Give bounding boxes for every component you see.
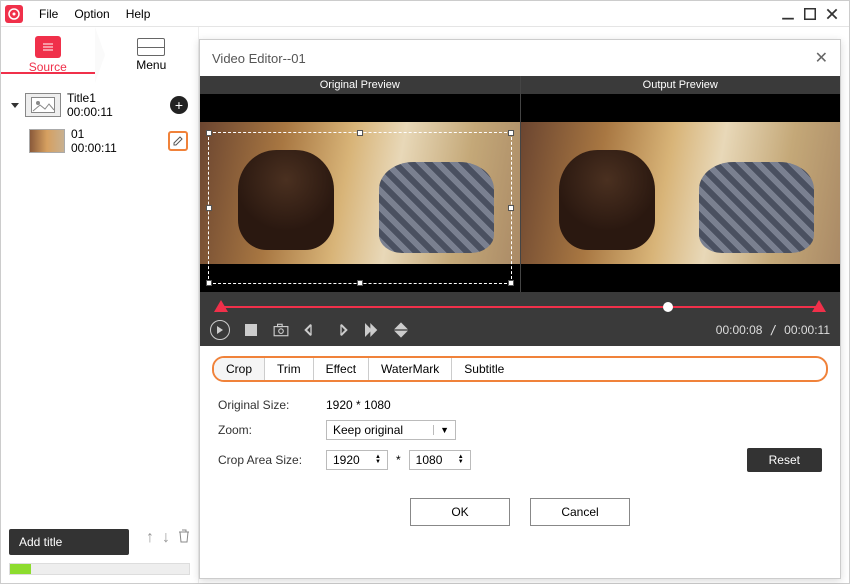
tab-watermark[interactable]: WaterMark	[369, 358, 452, 380]
crop-height-spinner[interactable]: 1080 ▲▼	[409, 450, 471, 470]
output-preview-label: Output Preview	[521, 76, 841, 94]
tab-subtitle[interactable]: Subtitle	[452, 358, 516, 380]
title-name: Title1	[67, 91, 113, 105]
dialog-close-icon[interactable]: ✕	[815, 48, 828, 68]
crop-handle[interactable]	[357, 280, 363, 286]
crop-handle[interactable]	[206, 280, 212, 286]
trim-end-handle[interactable]	[812, 300, 826, 312]
zoom-label: Zoom:	[218, 423, 318, 437]
menu-icon	[137, 38, 165, 56]
tab-crop[interactable]: Crop	[214, 358, 265, 380]
crop-area-label: Crop Area Size:	[218, 453, 318, 467]
original-size-value: 1920 * 1080	[326, 398, 391, 412]
play-button[interactable]	[210, 320, 230, 340]
progress-bar	[9, 563, 190, 575]
clip-duration: 00:00:11	[71, 141, 117, 155]
dialog-header: Video Editor--01 ✕	[200, 40, 840, 76]
crop-size-separator: *	[396, 453, 401, 467]
output-preview: Output Preview	[521, 76, 841, 292]
crop-handle[interactable]	[508, 280, 514, 286]
clip-name: 01	[71, 127, 117, 141]
tab-effect[interactable]: Effect	[314, 358, 369, 380]
step-forward-button[interactable]	[362, 321, 380, 339]
title-text-group: Title1 00:00:11	[67, 91, 113, 119]
spinner-arrows[interactable]: ▲▼	[375, 455, 381, 465]
flip-button[interactable]	[392, 321, 410, 339]
timecode: 00:00:08 / 00:00:11	[716, 323, 830, 337]
tab-menu[interactable]: Menu	[105, 38, 199, 72]
zoom-value: Keep original	[333, 423, 403, 437]
tree-title-row[interactable]: Title1 00:00:11 +	[9, 87, 190, 123]
rotate-left-button[interactable]	[302, 321, 320, 339]
tab-source[interactable]: Source	[1, 36, 95, 74]
original-preview-label: Original Preview	[200, 76, 520, 94]
timeline-track[interactable]	[210, 300, 830, 314]
snapshot-button[interactable]	[272, 321, 290, 339]
maximize-icon[interactable]	[803, 7, 817, 21]
expand-icon[interactable]	[11, 103, 19, 108]
playhead[interactable]	[663, 302, 673, 312]
add-icon[interactable]: +	[170, 96, 188, 114]
dialog-title: Video Editor--01	[212, 51, 306, 66]
original-size-label: Original Size:	[218, 398, 318, 412]
zoom-dropdown[interactable]: Keep original ▼	[326, 420, 456, 440]
output-image	[521, 122, 841, 265]
preview-row: Original Preview	[200, 76, 840, 292]
tree-clip-row[interactable]: 01 00:00:11	[9, 123, 190, 159]
tab-divider	[95, 27, 105, 83]
source-icon	[35, 36, 61, 58]
rotate-right-button[interactable]	[332, 321, 350, 339]
editor-tabs: Crop Trim Effect WaterMark Subtitle	[212, 356, 828, 382]
move-up-icon[interactable]: ↑	[146, 529, 154, 548]
menu-help[interactable]: Help	[118, 7, 159, 21]
menu-option[interactable]: Option	[66, 7, 117, 21]
close-icon[interactable]	[825, 7, 839, 21]
title-thumbnail	[25, 93, 61, 117]
spinner-arrows[interactable]: ▲▼	[458, 455, 464, 465]
edit-clip-button[interactable]	[168, 131, 188, 151]
stop-button[interactable]	[242, 321, 260, 339]
app-icon	[5, 5, 23, 23]
original-preview-body[interactable]	[200, 94, 520, 292]
video-editor-dialog: Video Editor--01 ✕ Original Preview	[199, 39, 841, 579]
playback-controls: 00:00:08 / 00:00:11	[200, 292, 840, 346]
crop-form: Original Size: 1920 * 1080 Zoom: Keep or…	[200, 382, 840, 488]
original-image	[200, 122, 520, 265]
pencil-icon	[172, 135, 184, 147]
crop-width-spinner[interactable]: 1920 ▲▼	[326, 450, 388, 470]
tab-trim[interactable]: Trim	[265, 358, 314, 380]
add-title-button[interactable]: Add title	[9, 529, 129, 555]
clip-text-group: 01 00:00:11	[71, 127, 117, 155]
sidebar-footer: Add title ↑ ↓	[1, 525, 198, 583]
cancel-button[interactable]: Cancel	[530, 498, 630, 526]
title-duration: 00:00:11	[67, 105, 113, 119]
window-controls	[781, 7, 845, 21]
source-tree: Title1 00:00:11 + 01 00:00:11	[1, 83, 198, 525]
trim-start-handle[interactable]	[214, 300, 228, 312]
clip-thumbnail	[29, 129, 65, 153]
minimize-icon[interactable]	[781, 7, 795, 21]
delete-icon[interactable]	[178, 529, 190, 548]
move-down-icon[interactable]: ↓	[162, 529, 170, 548]
sidebar: Source Menu Title1 00:00:11 +	[1, 27, 199, 583]
original-preview: Original Preview	[200, 76, 521, 292]
title-bar: File Option Help	[1, 1, 849, 27]
chevron-down-icon: ▼	[433, 425, 449, 435]
output-preview-body	[521, 94, 841, 292]
ok-button[interactable]: OK	[410, 498, 510, 526]
tab-menu-label: Menu	[136, 58, 166, 72]
dialog-buttons: OK Cancel	[200, 488, 840, 538]
tab-source-label: Source	[29, 60, 67, 74]
menu-file[interactable]: File	[31, 7, 66, 21]
reset-button[interactable]: Reset	[747, 448, 822, 472]
